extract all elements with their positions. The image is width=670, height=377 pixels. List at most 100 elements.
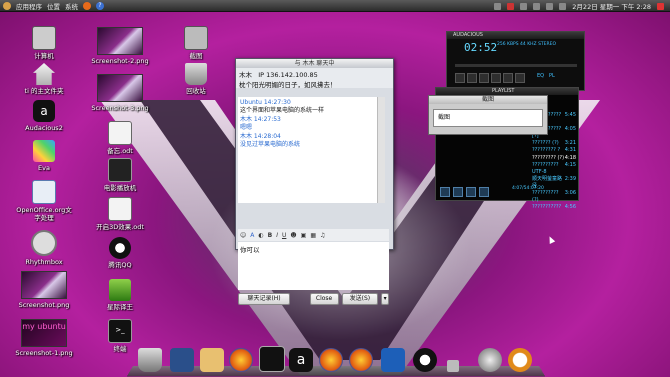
- stream-info: 256 KBPS 44 KHZ STEREO: [497, 42, 557, 47]
- message-line: 没见过苹果电脑的系统: [240, 141, 301, 149]
- playback-time: 02:52: [464, 41, 498, 54]
- desktop-icon-qq[interactable]: 腾讯QQ: [90, 237, 150, 269]
- image-icon[interactable]: ▣: [301, 232, 307, 239]
- bold-icon[interactable]: B: [268, 232, 273, 239]
- playlist-row[interactable]: ?????????? (?) 3:06: [532, 190, 576, 204]
- qq-penguin-icon[interactable]: [413, 348, 437, 372]
- film-icon: [108, 158, 132, 182]
- send-options-button[interactable]: ▾: [381, 292, 389, 305]
- close-button[interactable]: Close: [309, 292, 339, 305]
- help-icon[interactable]: ?: [96, 2, 104, 10]
- firefox-icon[interactable]: [319, 348, 343, 372]
- desktop-icon-screenshot-1[interactable]: my ubuntu Screenshot-1.png: [14, 319, 74, 357]
- chat-title[interactable]: 与 木木 聊天中: [236, 59, 393, 68]
- image-thumb-icon: [21, 271, 67, 299]
- mail-icon[interactable]: [520, 2, 528, 10]
- top-panel: 应用程序 位置 系统 ? 2月22日 星期一 下午 2:28: [0, 0, 670, 12]
- select-icon[interactable]: [466, 187, 476, 197]
- playlist-row[interactable]: ?????????? UTF-8 4:15: [532, 162, 576, 176]
- playlist-row[interactable]: ??????? (?) 3:21: [532, 140, 576, 147]
- prev-icon[interactable]: [455, 73, 465, 83]
- menu-system[interactable]: 系统: [65, 1, 78, 11]
- dialog-title[interactable]: 截图: [429, 96, 547, 104]
- color-icon[interactable]: ◐: [258, 232, 263, 239]
- terminal-icon: >_: [108, 319, 132, 343]
- eq-toggle[interactable]: EQ: [537, 73, 544, 79]
- emoticon-icon[interactable]: ☺: [240, 232, 246, 239]
- firefox-launcher-icon[interactable]: [83, 2, 91, 10]
- battery-icon[interactable]: [559, 2, 567, 10]
- audacious-icon: a: [33, 100, 55, 122]
- italic-icon[interactable]: I: [276, 232, 278, 239]
- audacious-title[interactable]: AUDACIOUS: [447, 32, 584, 39]
- next-icon[interactable]: [503, 73, 513, 83]
- trash-icon[interactable]: [138, 348, 162, 372]
- desktop-icon-writer[interactable]: OpenOffice.org文字处理: [14, 180, 74, 222]
- pl-toggle[interactable]: PL: [549, 73, 555, 79]
- message-input[interactable]: 你可以: [238, 242, 389, 290]
- sound-icon[interactable]: ♫: [320, 232, 325, 239]
- desktop-icon-3d-effects[interactable]: 开启3D效果.odt: [90, 197, 150, 231]
- writer-icon: [32, 180, 56, 204]
- playlist-row-selected[interactable]: ????????? (?) 4:18: [532, 155, 576, 162]
- bluetooth-icon[interactable]: [381, 348, 405, 372]
- desktop-icon-home[interactable]: ti 的主文件夹: [14, 63, 74, 95]
- ubuntu-logo-icon[interactable]: [3, 2, 11, 10]
- message-line: 嗯嗯: [240, 124, 253, 132]
- menu-applications[interactable]: 应用程序: [16, 1, 42, 11]
- desktop-icon-screenshot[interactable]: Screenshot.png: [14, 271, 74, 309]
- smiley-icon[interactable]: ☻: [290, 232, 296, 239]
- play-icon[interactable]: [467, 73, 477, 83]
- playlist-row[interactable]: ????????? ? 4:31: [532, 147, 576, 154]
- firefox-icon[interactable]: [349, 348, 373, 372]
- desktop-icon-audacious[interactable]: a Audacious2: [14, 100, 74, 132]
- stop-icon[interactable]: [491, 73, 501, 83]
- firefox-icon[interactable]: [229, 348, 253, 372]
- qq-penguin-icon: [109, 237, 131, 259]
- desktop-icon-screenshot-3[interactable]: Screenshot-3.png: [90, 74, 150, 112]
- underline-icon[interactable]: U: [282, 232, 286, 239]
- transport-controls: [455, 73, 525, 83]
- screenshot-icon[interactable]: ▦: [310, 232, 316, 239]
- desktop-icon-computer[interactable]: 计算机: [14, 26, 74, 60]
- power-icon[interactable]: [657, 2, 664, 10]
- desktop-icon-trash[interactable]: 回收站: [166, 63, 226, 95]
- remove-icon[interactable]: [453, 187, 463, 197]
- save-disk-icon[interactable]: [170, 348, 194, 372]
- eject-icon[interactable]: [515, 73, 525, 83]
- audacious-icon[interactable]: a: [289, 348, 313, 372]
- send-button[interactable]: 发送(S): [341, 292, 379, 305]
- playlist-title[interactable]: PLAYLIST: [436, 88, 578, 95]
- network-icon[interactable]: [533, 2, 541, 10]
- desktop-icon-stardict[interactable]: 星际译王: [90, 279, 150, 311]
- menu-places[interactable]: 位置: [47, 1, 60, 11]
- folder-icon[interactable]: [200, 348, 224, 372]
- seek-bar[interactable]: [455, 64, 577, 67]
- playlist-position: 4:07/54:07:20: [512, 186, 544, 191]
- update-icon[interactable]: [507, 2, 515, 10]
- workspace-icon[interactable]: [494, 2, 502, 10]
- desktop-icon-screenshot-2[interactable]: Screenshot-2.png: [90, 27, 150, 65]
- history-scrollbar[interactable]: [377, 97, 385, 203]
- home-folder-icon: [33, 63, 55, 85]
- desktop-icon-movie-player[interactable]: 电影播放机: [90, 158, 150, 192]
- add-icon[interactable]: [440, 187, 450, 197]
- system-icon[interactable]: [478, 348, 502, 372]
- volume-icon[interactable]: [546, 2, 554, 10]
- message-line: 这个界面和苹果电脑的系统一样: [240, 107, 325, 115]
- pause-icon[interactable]: [479, 73, 489, 83]
- desktop-icon-screenshot-tool[interactable]: 截图: [166, 26, 226, 60]
- misc-icon[interactable]: [479, 187, 489, 197]
- history-button[interactable]: 聊天记录(H): [238, 292, 291, 305]
- contact-name: 木木: [239, 71, 252, 79]
- desktop-icon-eva[interactable]: Eva: [14, 140, 74, 172]
- dictionary-icon: [109, 279, 131, 301]
- clock-icon[interactable]: [508, 348, 532, 372]
- terminal-icon[interactable]: [259, 346, 285, 372]
- desktop-icon-memo[interactable]: 备忘.odt: [90, 121, 150, 155]
- desktop-icon-rhythmbox[interactable]: Rhythmbox: [14, 230, 74, 266]
- clock[interactable]: 2月22日 星期一 下午 2:28: [572, 1, 651, 11]
- font-icon[interactable]: A: [250, 232, 254, 239]
- message-history[interactable]: Ubuntu 14:27:30 这个界面和苹果电脑的系统一样 木木 14:27:…: [238, 97, 385, 203]
- playlist-row[interactable]: ??????????? 4:56: [532, 204, 576, 211]
